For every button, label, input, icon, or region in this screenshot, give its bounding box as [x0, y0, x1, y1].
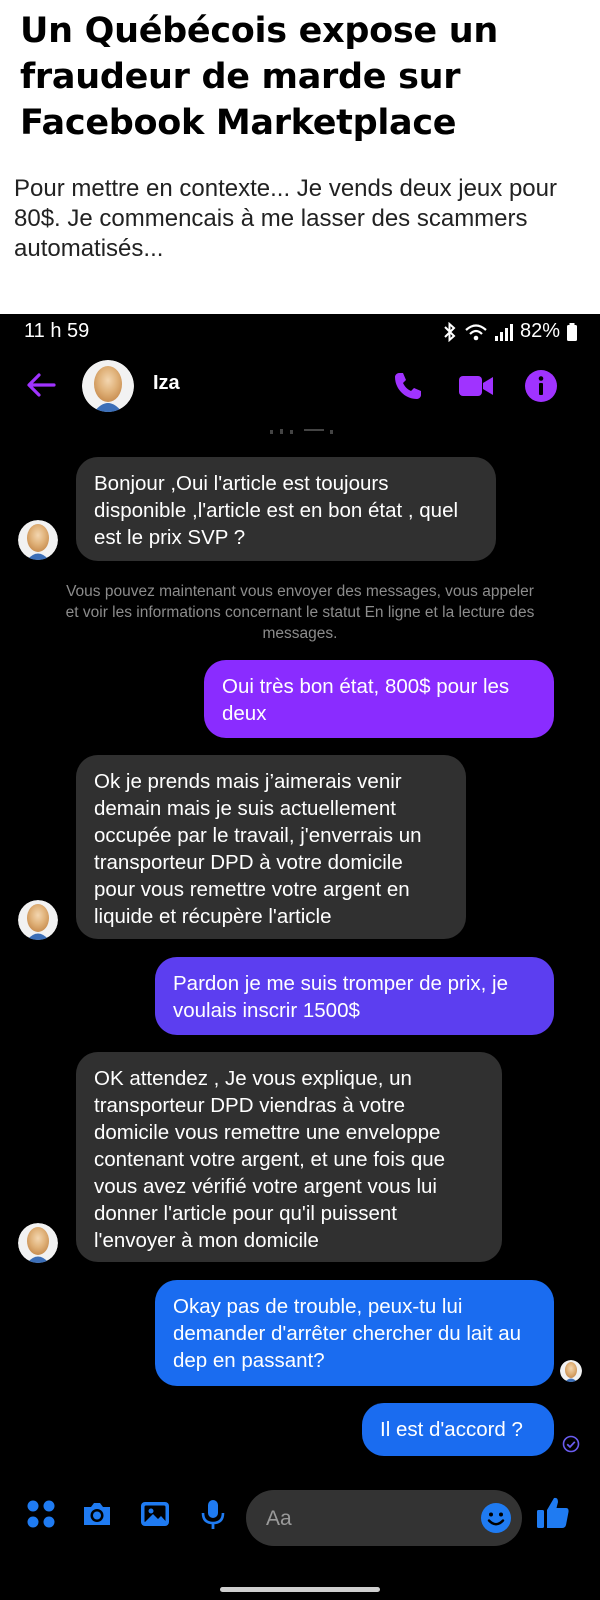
- phone-icon[interactable]: [390, 368, 426, 404]
- battery-level: 82%: [519, 320, 560, 342]
- emoji-icon[interactable]: [480, 1502, 512, 1534]
- status-time: 11 h 59: [24, 320, 90, 342]
- message-bubble-outgoing[interactable]: Oui très bon état, 800$ pour les deux: [204, 660, 554, 738]
- video-icon[interactable]: [458, 368, 494, 404]
- signal-icon: [494, 323, 513, 341]
- back-arrow-icon[interactable]: [24, 368, 58, 402]
- contact-avatar[interactable]: [18, 1223, 58, 1263]
- apps-icon[interactable]: [24, 1497, 58, 1531]
- read-receipt-avatar: [560, 1360, 582, 1382]
- gallery-icon[interactable]: [138, 1497, 172, 1531]
- intro-text: Pour mettre en contexte... Je vends deux…: [14, 175, 557, 262]
- info-icon[interactable]: [523, 368, 559, 404]
- battery-icon: [567, 322, 577, 341]
- phone-screenshot: 11 h 59 82% Iza Bonjour ,Oui l'article e…: [0, 314, 600, 1600]
- message-input[interactable]: [264, 1490, 468, 1548]
- contact-avatar[interactable]: [18, 900, 58, 940]
- thumbs-up-icon[interactable]: [534, 1494, 572, 1532]
- message-bubble-outgoing[interactable]: Okay pas de trouble, peux-tu lui demande…: [155, 1280, 554, 1386]
- connection-notice: Vous pouvez maintenant vous envoyer des …: [65, 583, 535, 642]
- message-bubble-outgoing[interactable]: Pardon je me suis tromper de prix, je vo…: [155, 957, 554, 1035]
- message-bubble-incoming[interactable]: OK attendez , Je vous explique, un trans…: [76, 1052, 502, 1262]
- message-bubble-outgoing[interactable]: Il est d'accord ?: [362, 1403, 554, 1456]
- home-indicator: [220, 1587, 380, 1592]
- contact-avatar[interactable]: [18, 520, 58, 560]
- headline: Un Québécois expose un fraudeur de marde…: [20, 11, 498, 143]
- scroll-indicator: [270, 429, 333, 434]
- article-header: Un Québécois expose un fraudeur de marde…: [0, 0, 600, 314]
- camera-icon[interactable]: [80, 1497, 114, 1531]
- message-composer: [0, 1482, 600, 1572]
- sent-check-icon: [562, 1435, 580, 1453]
- microphone-icon[interactable]: [196, 1497, 230, 1531]
- message-bubble-incoming[interactable]: Ok je prends mais j’aimerais venir demai…: [76, 755, 466, 939]
- message-input-box[interactable]: [246, 1490, 522, 1548]
- bluetooth-icon: [444, 321, 456, 342]
- contact-avatar[interactable]: [82, 360, 134, 412]
- wifi-icon: [465, 323, 487, 340]
- message-bubble-incoming[interactable]: Bonjour ,Oui l'article est toujours disp…: [76, 457, 496, 561]
- conversation-header: Iza: [0, 352, 600, 418]
- contact-name[interactable]: Iza: [153, 372, 180, 395]
